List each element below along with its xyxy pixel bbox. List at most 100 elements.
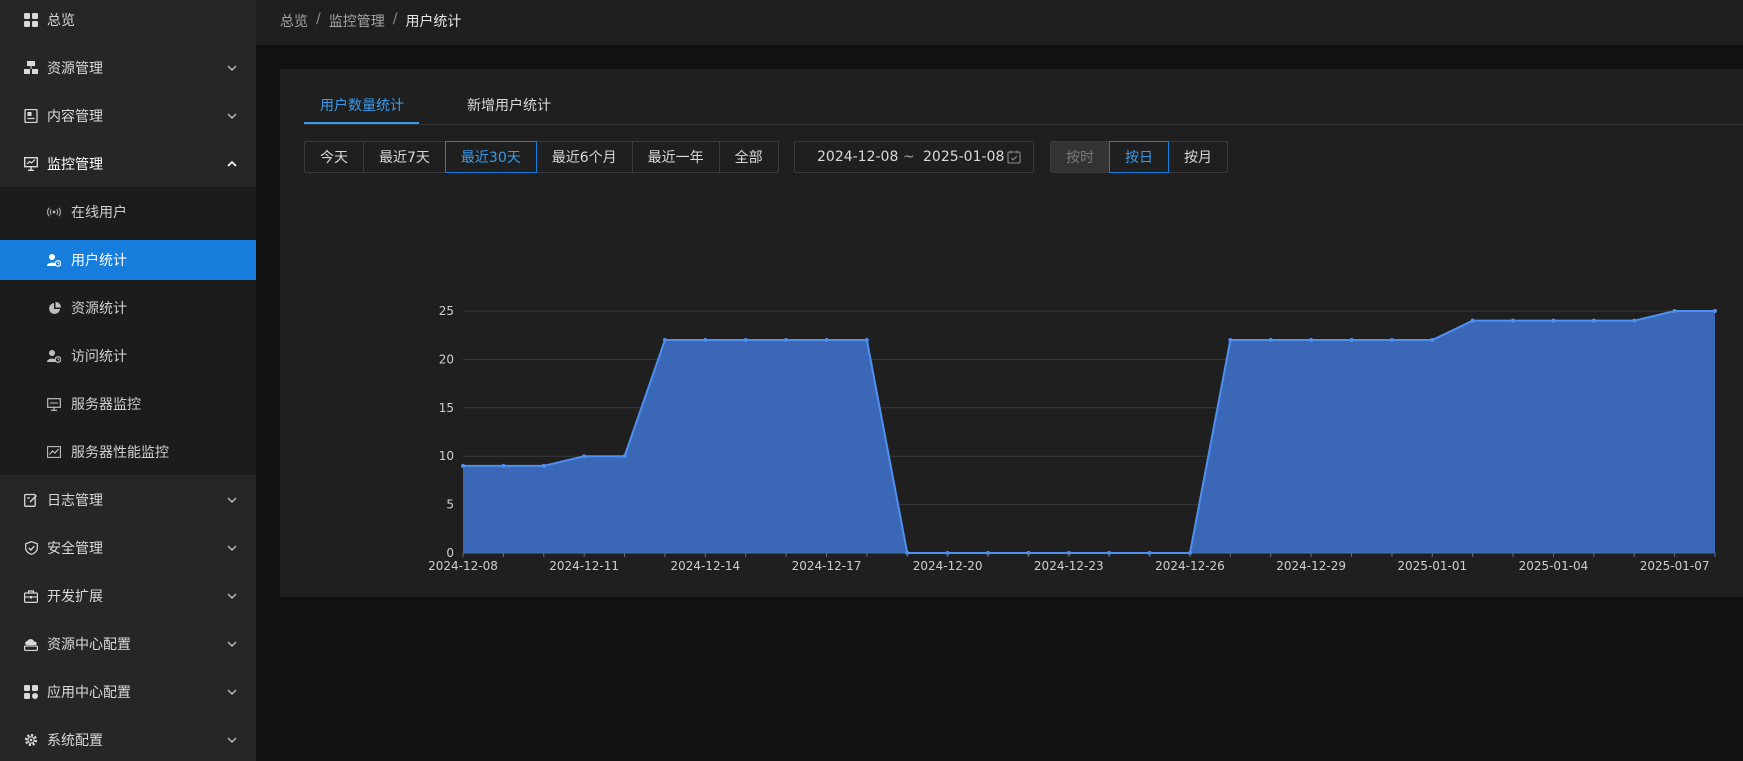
chevron-down-icon — [226, 686, 238, 698]
date-range-end[interactable]: 2025-01-08 — [923, 149, 1004, 165]
data-point[interactable] — [1430, 338, 1435, 343]
chevron-down-icon — [226, 494, 238, 506]
sidebar-item-dev-extension[interactable]: 开发扩展 — [0, 576, 256, 616]
range-6months-button[interactable]: 最近6个月 — [535, 141, 633, 173]
data-point[interactable] — [824, 338, 829, 343]
data-point[interactable] — [1228, 338, 1233, 343]
date-range-separator: ~ — [903, 149, 915, 165]
sidebar-item-app-center-config[interactable]: 应用中心配置 — [0, 672, 256, 712]
granularity-day-button[interactable]: 按日 — [1109, 141, 1169, 173]
sidebar-subitem-online-users[interactable]: 在线用户 — [0, 192, 256, 232]
breadcrumb-item-monitor[interactable]: 监控管理 — [329, 11, 385, 31]
x-tick-label: 2025-01-07 — [1640, 559, 1710, 573]
data-point[interactable] — [541, 463, 546, 468]
calendar-icon[interactable] — [1007, 150, 1021, 164]
sidebar-item-resource[interactable]: 资源管理 — [0, 48, 256, 88]
date-range-picker[interactable]: 2024-12-08 ~ 2025-01-08 — [794, 141, 1034, 173]
pie-chart-icon — [47, 301, 61, 315]
tab-new-users[interactable]: 新增用户统计 — [467, 95, 551, 115]
data-point[interactable] — [1632, 318, 1637, 323]
monitor-icon — [23, 156, 39, 172]
x-tick-label: 2024-12-17 — [792, 559, 862, 573]
sidebar-item-label: 总览 — [47, 13, 75, 29]
data-point[interactable] — [1713, 309, 1717, 313]
data-point[interactable] — [582, 454, 587, 459]
sidebar-item-label: 内容管理 — [47, 109, 103, 125]
range-button-group: 今天 最近7天 最近30天 最近6个月 最近一年 全部 — [304, 141, 779, 173]
x-tick-label: 2024-12-14 — [670, 559, 740, 573]
sidebar-subitem-label: 访问统计 — [71, 349, 127, 365]
data-point[interactable] — [864, 338, 869, 343]
sidebar-item-log[interactable]: 日志管理 — [0, 480, 256, 520]
data-point[interactable] — [461, 463, 465, 468]
cloud-config-icon — [23, 636, 39, 652]
tab-active-indicator — [304, 122, 419, 124]
data-point[interactable] — [622, 454, 627, 459]
range-all-button[interactable]: 全部 — [718, 141, 779, 173]
chevron-down-icon — [226, 590, 238, 602]
data-point[interactable] — [662, 338, 667, 343]
breadcrumb-separator: / — [316, 11, 321, 27]
sidebar-subitem-server-performance[interactable]: 服务器性能监控 — [0, 432, 256, 472]
sidebar-item-overview[interactable]: 总览 — [0, 0, 256, 40]
x-tick-label: 2024-12-29 — [1276, 559, 1346, 573]
sidebar-item-label: 监控管理 — [47, 157, 103, 173]
sidebar: 总览 资源管理 内容管理 监控管理 在线用户 用户统计 资源统计 访问统计 服务… — [0, 0, 256, 761]
sidebar-item-label: 日志管理 — [47, 493, 103, 509]
data-point[interactable] — [1672, 309, 1677, 313]
sidebar-subitem-user-stats[interactable]: 用户统计 — [0, 240, 256, 280]
sidebar-subitem-access-stats[interactable]: 访问统计 — [0, 336, 256, 376]
user-stats-icon — [47, 253, 61, 267]
data-point[interactable] — [501, 463, 506, 468]
data-point[interactable] — [1389, 338, 1394, 343]
sidebar-item-label: 系统配置 — [47, 733, 103, 749]
date-range-start[interactable]: 2024-12-08 — [817, 149, 898, 165]
data-point[interactable] — [1349, 338, 1354, 343]
range-1year-button[interactable]: 最近一年 — [631, 141, 720, 173]
data-point[interactable] — [1309, 338, 1314, 343]
granularity-month-button[interactable]: 按月 — [1168, 141, 1228, 173]
data-point[interactable] — [1551, 318, 1556, 323]
tabs: 用户数量统计 新增用户统计 — [304, 69, 1743, 125]
chevron-down-icon — [226, 734, 238, 746]
content-icon — [23, 108, 39, 124]
sidebar-item-resource-center-config[interactable]: 资源中心配置 — [0, 624, 256, 664]
chevron-down-icon — [226, 542, 238, 554]
y-tick-label: 0 — [446, 546, 454, 560]
chevron-down-icon — [226, 110, 238, 122]
data-point[interactable] — [703, 338, 708, 343]
granularity-hour-button: 按时 — [1050, 141, 1110, 173]
gear-icon — [23, 732, 39, 748]
sidebar-subitem-label: 服务器监控 — [71, 397, 141, 413]
breadcrumb-separator: / — [392, 11, 398, 27]
data-point[interactable] — [1591, 318, 1596, 323]
sidebar-item-label: 应用中心配置 — [47, 685, 131, 701]
sidebar-subitem-server-monitor[interactable]: 服务器监控 — [0, 384, 256, 424]
sidebar-subitem-resource-stats[interactable]: 资源统计 — [0, 288, 256, 328]
sidebar-subitem-label: 在线用户 — [71, 205, 127, 221]
sidebar-subitem-label: 服务器性能监控 — [71, 445, 169, 461]
line-chart-icon — [47, 445, 61, 459]
x-tick-label: 2024-12-20 — [913, 559, 983, 573]
range-7days-button[interactable]: 最近7天 — [363, 141, 446, 173]
data-point[interactable] — [743, 338, 748, 343]
sidebar-item-monitor[interactable]: 监控管理 — [0, 144, 256, 184]
range-30days-button[interactable]: 最近30天 — [444, 141, 537, 173]
user-count-chart: 0 5 10 15 20 25 2024-12-08 2024-12-11 2024-12-1… — [280, 219, 1743, 604]
x-tick-label: 2024-12-08 — [428, 559, 498, 573]
data-point[interactable] — [1511, 318, 1516, 323]
sidebar-item-content[interactable]: 内容管理 — [0, 96, 256, 136]
range-today-button[interactable]: 今天 — [304, 141, 364, 173]
user-clock-icon — [47, 349, 61, 363]
sidebar-item-label: 开发扩展 — [47, 589, 103, 605]
tab-user-count[interactable]: 用户数量统计 — [320, 95, 404, 115]
sidebar-item-security[interactable]: 安全管理 — [0, 528, 256, 568]
stats-card: 用户数量统计 新增用户统计 今天 最近7天 最近30天 最近6个月 最近一年 全… — [280, 69, 1743, 604]
breadcrumb-item-overview[interactable]: 总览 — [280, 11, 308, 31]
data-point[interactable] — [1268, 338, 1273, 343]
data-point[interactable] — [784, 338, 789, 343]
sidebar-item-label: 资源中心配置 — [47, 637, 131, 653]
data-point[interactable] — [1470, 318, 1475, 323]
y-tick-label: 20 — [439, 352, 454, 366]
sidebar-item-system-config[interactable]: 系统配置 — [0, 720, 256, 760]
